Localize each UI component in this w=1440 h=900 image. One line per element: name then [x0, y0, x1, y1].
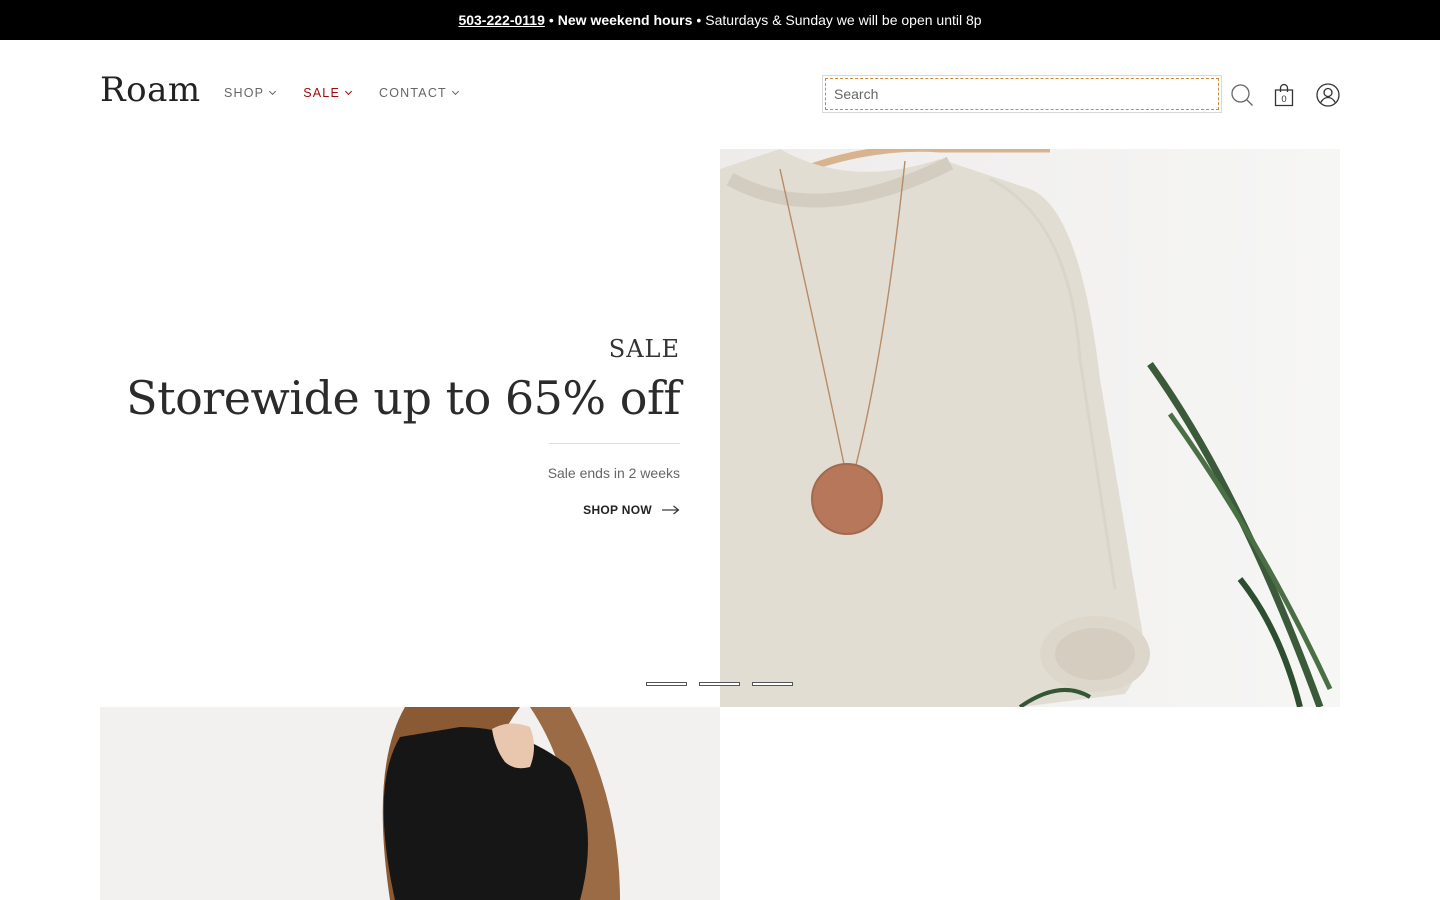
- chevron-down-icon: [269, 87, 277, 96]
- chevron-down-icon: [451, 87, 459, 96]
- announcement-details: Saturdays & Sunday we will be open until…: [705, 12, 982, 28]
- account-icon[interactable]: [1316, 83, 1340, 107]
- nav-item-shop[interactable]: SHOP: [224, 86, 277, 100]
- main-nav: SHOP SALE CONTACT: [224, 86, 486, 100]
- announcement-bar: 503-222-0119 • New weekend hours • Satur…: [0, 0, 1440, 40]
- separator: •: [548, 12, 554, 28]
- cart-count: 0: [1281, 94, 1286, 105]
- model-image: [100, 707, 720, 900]
- hero-divider: [549, 443, 680, 444]
- site-header: Roam SHOP SALE CONTACT 0: [100, 40, 1340, 149]
- slide-indicators: [646, 682, 793, 686]
- shop-now-label: SHOP NOW: [583, 503, 652, 517]
- separator: •: [696, 12, 702, 28]
- arrow-right-icon: [662, 505, 680, 515]
- nav-item-sale[interactable]: SALE: [303, 86, 353, 100]
- phone-link[interactable]: 503-222-0119: [458, 12, 544, 28]
- search-icon[interactable]: [1230, 83, 1254, 107]
- hero-content: SALE Storewide up to 65% off Sale ends i…: [120, 335, 680, 519]
- announcement-headline: New weekend hours: [557, 12, 693, 28]
- chevron-down-icon: [344, 87, 353, 96]
- slide-dot[interactable]: [752, 682, 793, 686]
- search-input[interactable]: [825, 78, 1219, 110]
- hero-subtitle: Sale ends in 2 weeks: [547, 465, 680, 481]
- shop-now-button[interactable]: SHOP NOW: [583, 503, 680, 517]
- hero-slider: SALE Storewide up to 65% off Sale ends i…: [100, 149, 1340, 707]
- nav-item-label: SHOP: [224, 86, 265, 100]
- slide-dot[interactable]: [699, 682, 740, 686]
- search-box: [822, 75, 1222, 113]
- nav-item-label: CONTACT: [379, 86, 447, 100]
- hero-title: Storewide up to 65% off: [126, 371, 680, 425]
- nav-item-contact[interactable]: CONTACT: [379, 86, 459, 100]
- hero-image: [720, 149, 1340, 707]
- slide-dot[interactable]: [646, 682, 687, 686]
- logo[interactable]: Roam: [100, 70, 201, 110]
- hero-eyebrow: SALE: [608, 335, 680, 363]
- nav-item-label: SALE: [303, 86, 340, 100]
- sweater-image: [720, 149, 1340, 707]
- cart-icon[interactable]: 0: [1272, 83, 1296, 107]
- model-photo: [100, 707, 720, 900]
